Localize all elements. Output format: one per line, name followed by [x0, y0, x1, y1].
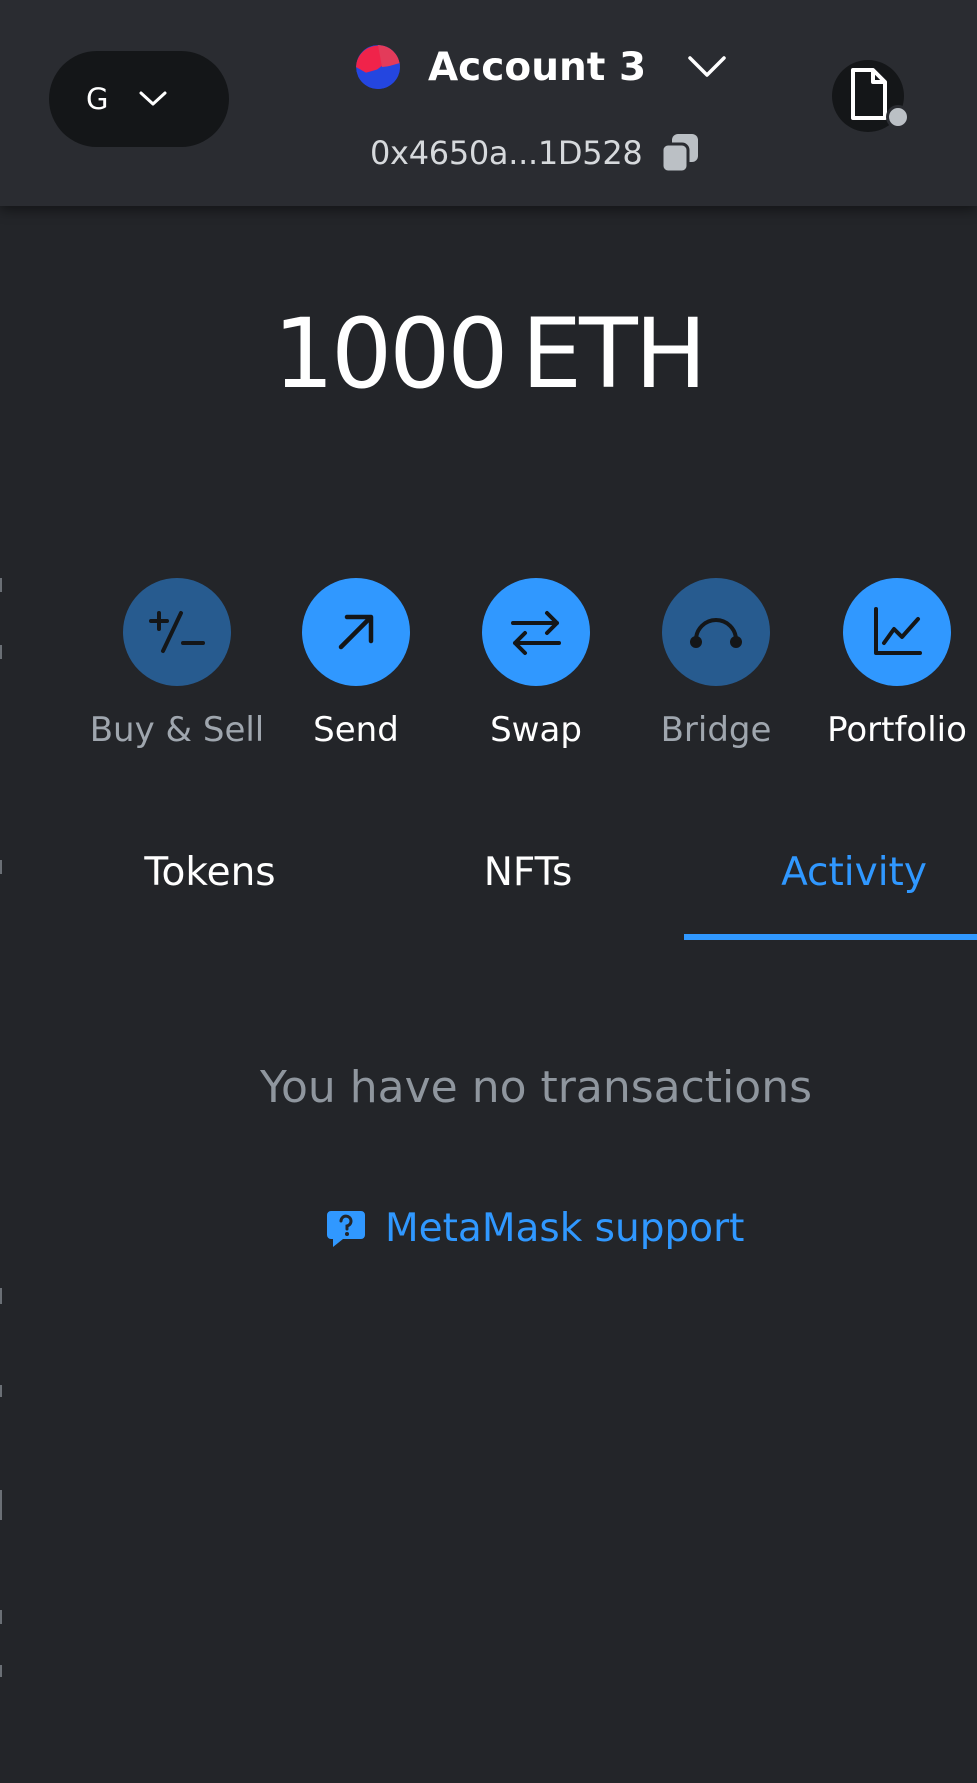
copy-icon — [660, 134, 699, 174]
file-connection-icon — [851, 68, 887, 120]
tab-activity-label: Activity — [781, 850, 927, 895]
network-letter: G — [86, 82, 109, 116]
wallet-page: G Account 3 0x4650a...1D528 1000 ETH Buy… — [0, 0, 977, 1783]
bridge-icon — [662, 578, 770, 686]
balance-amount: 1000 — [273, 298, 508, 410]
account-name: Account 3 — [428, 44, 647, 90]
edge-mark — [0, 1385, 2, 1397]
edge-mark — [0, 645, 2, 659]
chevron-down-icon — [686, 46, 728, 88]
buy-sell-label: Buy & Sell — [89, 710, 265, 750]
tab-activity[interactable]: Activity — [744, 850, 964, 940]
tab-nfts-label: NFTs — [483, 850, 573, 895]
chevron-down-icon — [138, 84, 168, 114]
tab-tokens-label: Tokens — [144, 850, 276, 895]
plus-minus-icon — [123, 578, 231, 686]
edge-mark — [0, 1288, 2, 1304]
balance-unit: ETH — [521, 298, 706, 410]
send-button[interactable]: Send — [266, 578, 446, 750]
connection-status-dot — [886, 105, 910, 129]
support-link-label: MetaMask support — [385, 1205, 745, 1251]
connected-site-button[interactable] — [832, 60, 910, 132]
account-avatar-icon — [356, 45, 400, 89]
buy-sell-button[interactable]: Buy & Sell — [87, 578, 267, 750]
question-chat-icon — [327, 1211, 365, 1247]
app-header: G Account 3 0x4650a...1D528 — [0, 0, 977, 206]
bridge-button[interactable]: Bridge — [626, 578, 806, 750]
arrow-up-right-icon — [302, 578, 410, 686]
account-address-copy-button[interactable]: 0x4650a...1D528 — [370, 128, 700, 178]
account-picker-button[interactable]: Account 3 — [356, 40, 728, 94]
network-picker-button[interactable]: G — [49, 51, 229, 147]
swap-button[interactable]: Swap — [446, 578, 626, 750]
bridge-label: Bridge — [660, 710, 772, 750]
portfolio-button[interactable]: Portfolio — [807, 578, 977, 750]
swap-arrows-icon — [482, 578, 590, 686]
chart-line-icon — [843, 578, 951, 686]
no-transactions-message: You have no transactions — [259, 1062, 813, 1113]
edge-mark — [0, 1490, 2, 1520]
edge-mark — [0, 1610, 2, 1624]
active-tab-indicator — [684, 934, 977, 940]
portfolio-label: Portfolio — [827, 710, 967, 750]
tab-tokens[interactable]: Tokens — [100, 850, 320, 940]
swap-label: Swap — [490, 710, 582, 750]
edge-mark — [0, 1665, 2, 1677]
account-balance: 1000 ETH — [0, 298, 977, 410]
edge-mark — [0, 860, 2, 874]
send-label: Send — [313, 710, 399, 750]
tab-nfts[interactable]: NFTs — [418, 850, 638, 940]
account-address: 0x4650a...1D528 — [370, 134, 643, 172]
metamask-support-link[interactable]: MetaMask support — [325, 1200, 744, 1256]
edge-mark — [0, 578, 2, 592]
